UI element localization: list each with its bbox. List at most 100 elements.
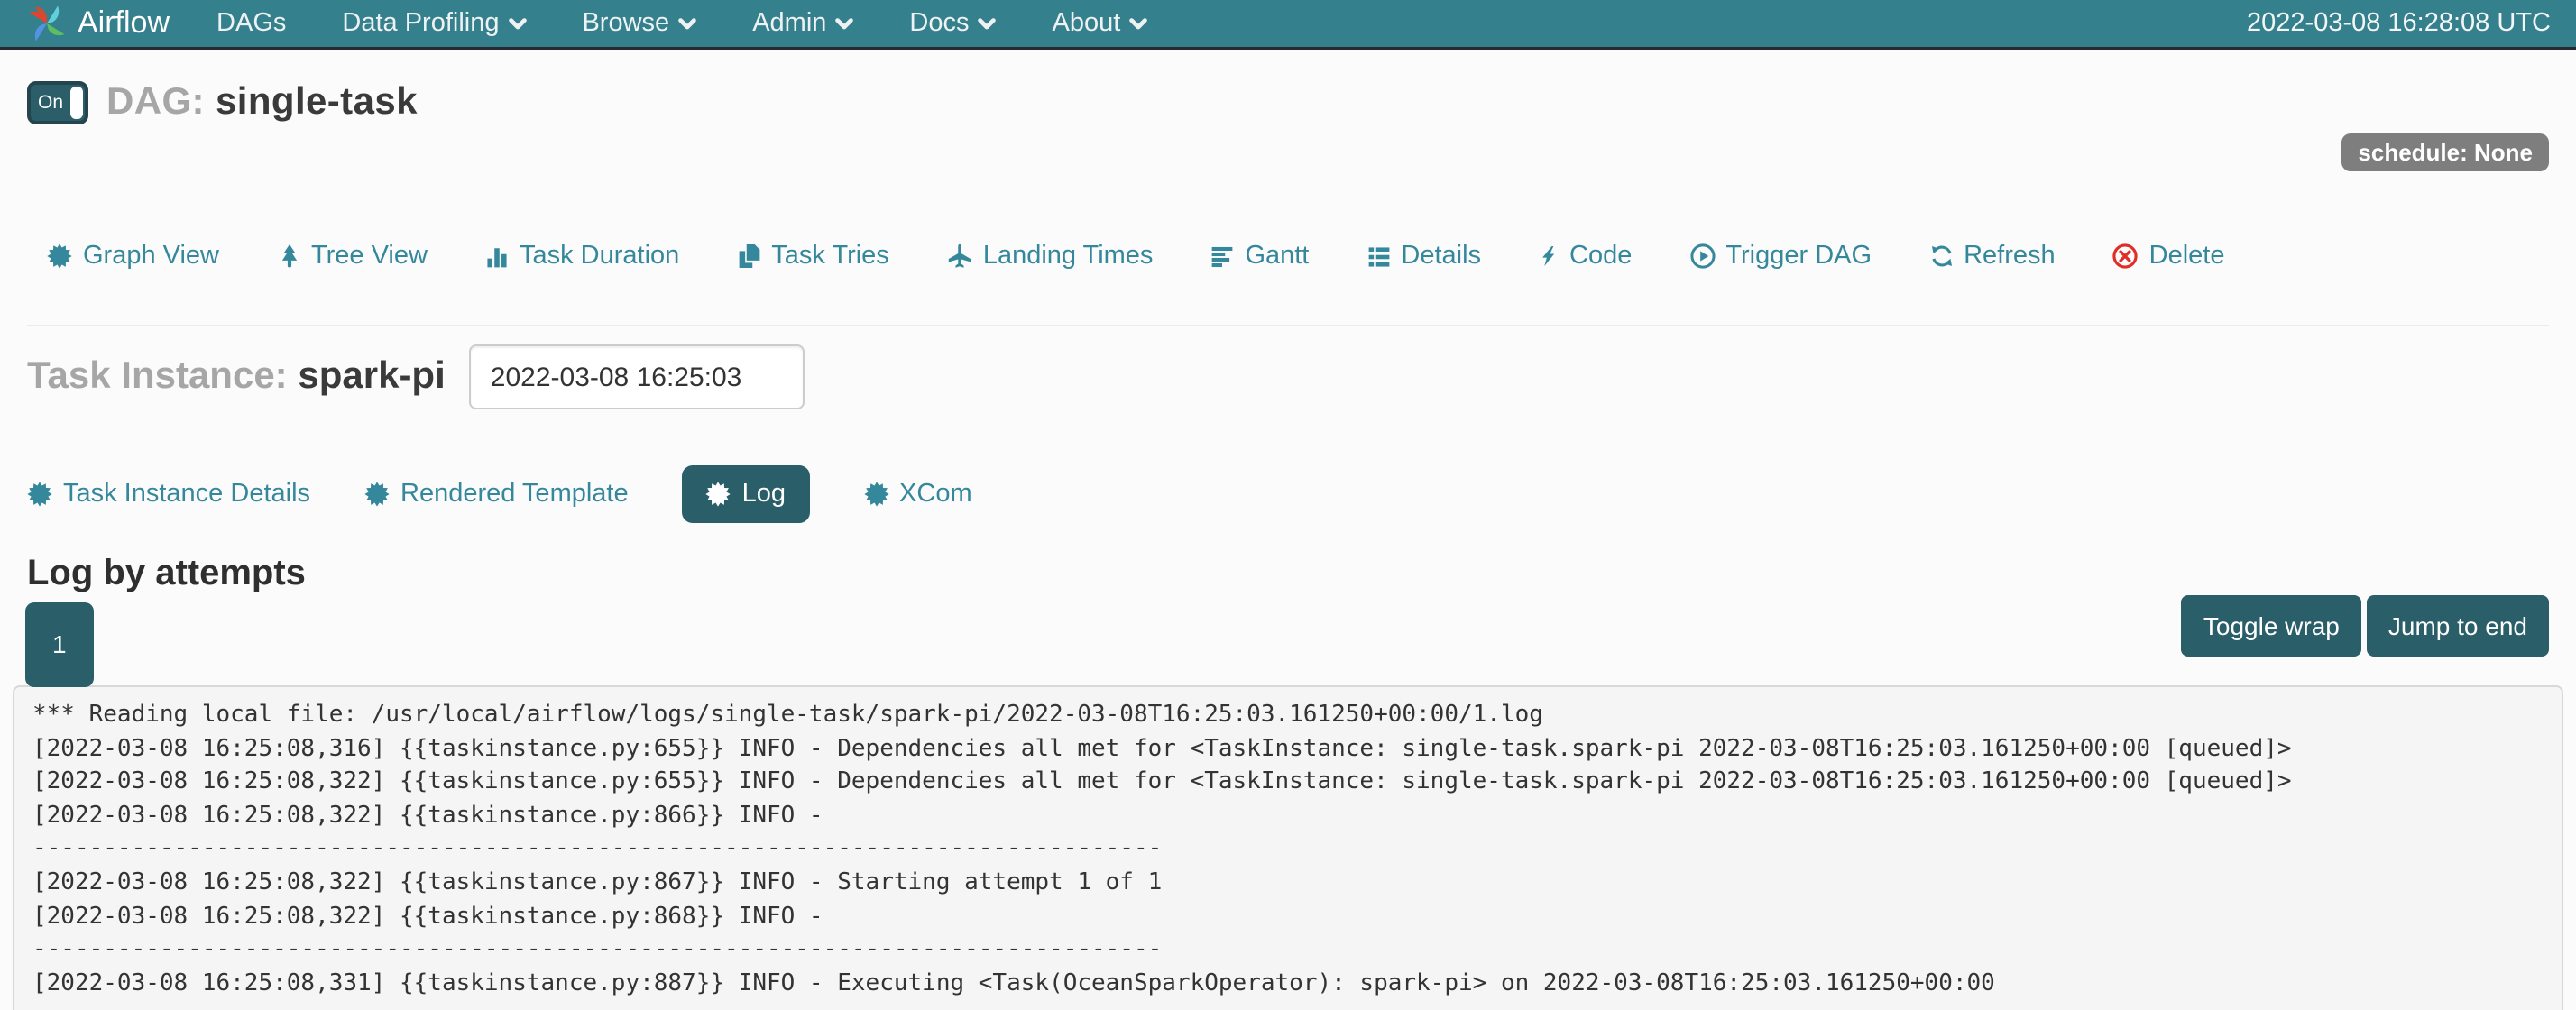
chevron-down-icon	[835, 17, 853, 30]
gantt-icon	[1210, 244, 1234, 268]
task-instance-details-icon	[27, 482, 52, 507]
nav-item-docs[interactable]: Docs	[909, 9, 996, 38]
dag-header: On DAG: single-task	[27, 76, 2549, 130]
nav-item-dags[interactable]: DAGs	[216, 9, 286, 38]
dag-nav-label: Tree View	[311, 242, 428, 271]
graph-view-icon	[47, 243, 72, 269]
log-buttons: Toggle wrap Jump to end	[2182, 595, 2549, 656]
log-icon	[706, 482, 731, 507]
tree-view-icon	[277, 243, 300, 269]
dag-nav-task-tries[interactable]: Task Tries	[737, 242, 889, 271]
log-line: ----------------------------------------…	[32, 934, 2544, 968]
nav-item-data-profiling[interactable]: Data Profiling	[342, 9, 526, 38]
log-section-heading: Log by attempts	[27, 554, 2549, 595]
brand-label: Airflow	[78, 5, 170, 41]
task-instance-prefix: Task Instance:	[27, 355, 288, 397]
xcom-button[interactable]: XCom	[863, 480, 972, 509]
top-navbar: Airflow DAGs Data Profiling Browse Admin…	[0, 0, 2576, 50]
dag-nav-label: Task Tries	[771, 242, 889, 271]
task-instance-details-button[interactable]: Task Instance Details	[27, 480, 310, 509]
dag-nav-graph-view[interactable]: Graph View	[47, 242, 219, 271]
action-label: Log	[742, 480, 786, 509]
action-label: Rendered Template	[400, 480, 629, 509]
dag-view-nav: Graph View Tree View Task Duration Task …	[27, 242, 2549, 326]
dag-nav-label: Details	[1401, 242, 1481, 271]
nav-label: Browse	[582, 9, 669, 38]
log-line: ----------------------------------------…	[32, 834, 2544, 868]
log-line: [2022-03-08 16:25:08,322] {{taskinstance…	[32, 901, 2544, 934]
dag-nav-label: Trigger DAG	[1725, 242, 1872, 271]
task-instance-title: Task Instance: spark-pi	[27, 355, 446, 399]
dag-title-prefix: DAG:	[106, 81, 205, 123]
task-instance-row: Task Instance: spark-pi	[27, 344, 2549, 409]
airflow-app: Airflow DAGs Data Profiling Browse Admin…	[0, 0, 2576, 1010]
dag-nav-tree-view[interactable]: Tree View	[277, 242, 428, 271]
dag-nav-label: Landing Times	[983, 242, 1154, 271]
dag-nav-label: Task Duration	[520, 242, 679, 271]
landing-times-icon	[947, 243, 972, 269]
dag-nav-details[interactable]: Details	[1366, 242, 1481, 271]
dag-nav-label: Refresh	[1964, 242, 2056, 271]
toggle-knob	[70, 87, 83, 119]
dag-nav-gantt[interactable]: Gantt	[1210, 242, 1309, 271]
chevron-down-icon	[1129, 17, 1147, 30]
rendered-template-icon	[364, 482, 390, 507]
action-label: XCom	[899, 480, 972, 509]
nav-label: Data Profiling	[342, 9, 499, 38]
task-instance-actions: Task Instance Details Rendered Template …	[27, 465, 2549, 523]
rendered-template-button[interactable]: Rendered Template	[364, 480, 629, 509]
schedule-badge: schedule: None	[2341, 133, 2549, 171]
nav-label: DAGs	[216, 9, 286, 38]
utc-clock: 2022-03-08 16:28:08 UTC	[2247, 9, 2551, 38]
refresh-icon	[1929, 243, 1953, 269]
dag-nav-task-duration[interactable]: Task Duration	[485, 242, 679, 271]
xcom-icon	[863, 482, 888, 507]
nav-label: Docs	[909, 9, 969, 38]
details-icon	[1366, 244, 1390, 268]
code-icon	[1539, 243, 1559, 269]
task-duration-icon	[485, 244, 509, 268]
log-output[interactable]: *** Reading local file: /usr/local/airfl…	[13, 685, 2563, 1010]
task-name: spark-pi	[298, 355, 445, 397]
nav-item-admin[interactable]: Admin	[752, 9, 853, 38]
page-title: DAG: single-task	[106, 81, 418, 124]
log-line: [2022-03-08 16:25:08,322] {{taskinstance…	[32, 801, 2544, 834]
airflow-brand[interactable]: Airflow	[25, 2, 170, 45]
dag-nav-label: Graph View	[83, 242, 219, 271]
log-line: [2022-03-08 16:25:08,316] {{taskinstance…	[32, 733, 2544, 767]
trigger-dag-icon	[1689, 243, 1715, 269]
dag-nav-trigger-dag[interactable]: Trigger DAG	[1689, 242, 1872, 271]
dag-pause-toggle[interactable]: On	[27, 81, 88, 124]
execution-date-input[interactable]	[469, 344, 805, 409]
nav-item-browse[interactable]: Browse	[582, 9, 696, 38]
log-line: [2022-03-08 16:25:08,322] {{taskinstance…	[32, 868, 2544, 901]
airflow-logo-icon	[25, 2, 69, 45]
chevron-down-icon	[979, 17, 997, 30]
log-button[interactable]: Log	[683, 465, 809, 523]
log-controls-row: 1 Toggle wrap Jump to end	[27, 595, 2549, 687]
task-tries-icon	[737, 243, 760, 269]
log-line: *** Reading local file: /usr/local/airfl…	[32, 700, 2544, 733]
toggle-wrap-button[interactable]: Toggle wrap	[2182, 595, 2361, 656]
dag-nav-refresh[interactable]: Refresh	[1929, 242, 2056, 271]
nav-menu: DAGs Data Profiling Browse Admin Docs Ab…	[216, 9, 1147, 38]
dag-nav-landing-times[interactable]: Landing Times	[947, 242, 1154, 271]
jump-to-end-button[interactable]: Jump to end	[2367, 595, 2549, 656]
nav-label: Admin	[752, 9, 826, 38]
dag-nav-label: Delete	[2149, 242, 2225, 271]
dag-nav-delete[interactable]: Delete	[2113, 242, 2225, 271]
dag-name: single-task	[216, 81, 418, 123]
dag-nav-code[interactable]: Code	[1539, 242, 1632, 271]
nav-item-about[interactable]: About	[1053, 9, 1148, 38]
log-line: [2022-03-08 16:25:08,331] {{taskinstance…	[32, 969, 2544, 1002]
chevron-down-icon	[678, 17, 696, 30]
dag-nav-label: Code	[1569, 242, 1632, 271]
dag-nav-label: Gantt	[1245, 242, 1309, 271]
chevron-down-icon	[508, 17, 526, 30]
action-label: Task Instance Details	[63, 480, 310, 509]
nav-label: About	[1053, 9, 1121, 38]
attempt-1-tab[interactable]: 1	[25, 602, 94, 687]
delete-icon	[2113, 243, 2139, 269]
toggle-on-label: On	[38, 92, 63, 114]
log-line: [2022-03-08 16:25:08,322] {{taskinstance…	[32, 767, 2544, 800]
